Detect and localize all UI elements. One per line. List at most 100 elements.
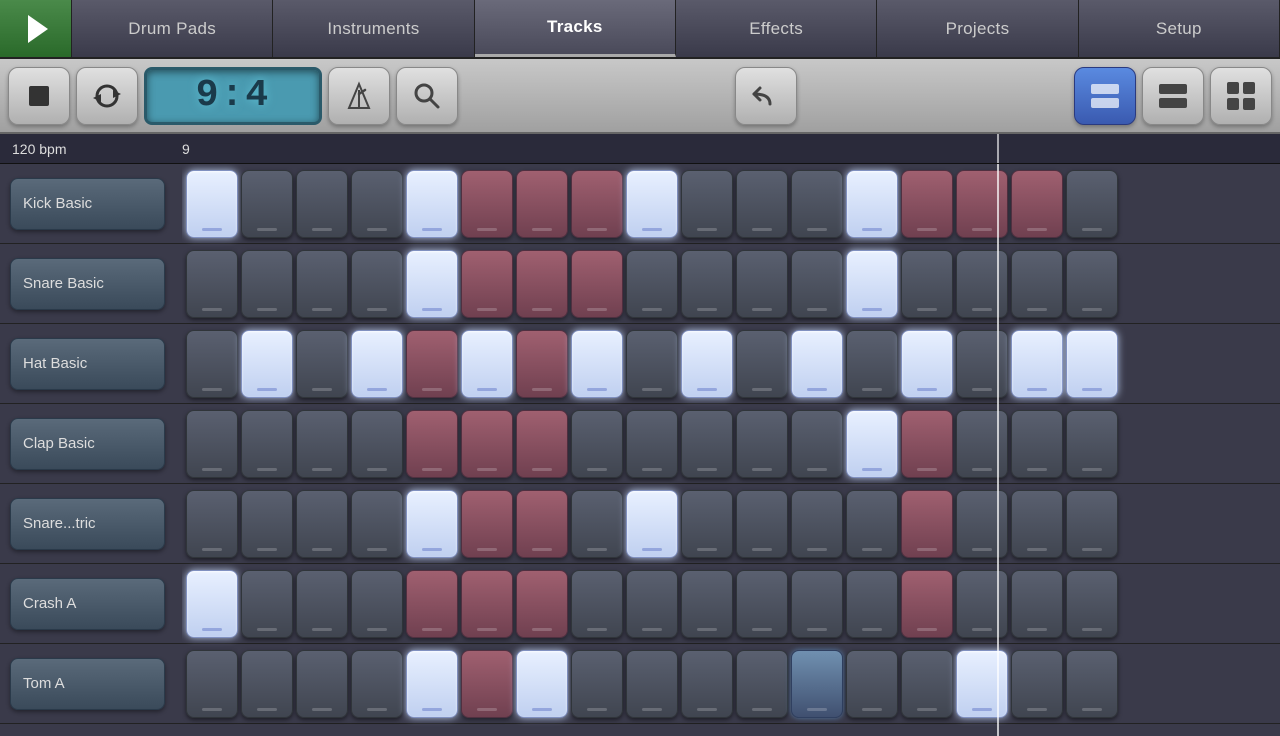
pad-1-5[interactable]: [461, 250, 513, 318]
grid-view-2-button[interactable]: [1142, 67, 1204, 125]
pad-3-1[interactable]: [241, 410, 293, 478]
pad-4-9[interactable]: [681, 490, 733, 558]
pad-5-11[interactable]: [791, 570, 843, 638]
pad-2-5[interactable]: [461, 330, 513, 398]
pad-6-16[interactable]: [1066, 650, 1118, 718]
pad-3-13[interactable]: [901, 410, 953, 478]
pad-0-14[interactable]: [956, 170, 1008, 238]
play-button[interactable]: [0, 0, 72, 57]
pad-1-15[interactable]: [1011, 250, 1063, 318]
pad-5-4[interactable]: [406, 570, 458, 638]
search-button[interactable]: [396, 67, 458, 125]
pad-0-11[interactable]: [791, 170, 843, 238]
pad-2-11[interactable]: [791, 330, 843, 398]
pad-4-13[interactable]: [901, 490, 953, 558]
undo-button[interactable]: [735, 67, 797, 125]
pad-0-2[interactable]: [296, 170, 348, 238]
pad-5-2[interactable]: [296, 570, 348, 638]
tab-setup[interactable]: Setup: [1079, 0, 1280, 57]
metronome-button[interactable]: [328, 67, 390, 125]
pad-1-3[interactable]: [351, 250, 403, 318]
pad-6-8[interactable]: [626, 650, 678, 718]
pad-2-16[interactable]: [1066, 330, 1118, 398]
grid-view-1-button[interactable]: [1074, 67, 1136, 125]
pad-0-1[interactable]: [241, 170, 293, 238]
pad-6-3[interactable]: [351, 650, 403, 718]
grid-scroll[interactable]: [182, 164, 1280, 736]
pad-1-16[interactable]: [1066, 250, 1118, 318]
pad-1-7[interactable]: [571, 250, 623, 318]
pad-5-6[interactable]: [516, 570, 568, 638]
pad-3-0[interactable]: [186, 410, 238, 478]
stop-button[interactable]: [8, 67, 70, 125]
pad-2-2[interactable]: [296, 330, 348, 398]
pad-6-14[interactable]: [956, 650, 1008, 718]
snare-basic-button[interactable]: Snare Basic: [10, 258, 165, 310]
pad-2-8[interactable]: [626, 330, 678, 398]
pad-0-0[interactable]: [186, 170, 238, 238]
tab-drum-pads[interactable]: Drum Pads: [72, 0, 273, 57]
pad-5-9[interactable]: [681, 570, 733, 638]
pad-4-16[interactable]: [1066, 490, 1118, 558]
pad-4-7[interactable]: [571, 490, 623, 558]
pad-3-14[interactable]: [956, 410, 1008, 478]
pad-1-0[interactable]: [186, 250, 238, 318]
pad-3-9[interactable]: [681, 410, 733, 478]
pad-5-14[interactable]: [956, 570, 1008, 638]
pad-3-10[interactable]: [736, 410, 788, 478]
pad-0-8[interactable]: [626, 170, 678, 238]
pad-3-16[interactable]: [1066, 410, 1118, 478]
pad-2-1[interactable]: [241, 330, 293, 398]
pad-4-15[interactable]: [1011, 490, 1063, 558]
pad-6-13[interactable]: [901, 650, 953, 718]
pad-4-14[interactable]: [956, 490, 1008, 558]
pad-1-14[interactable]: [956, 250, 1008, 318]
pad-4-8[interactable]: [626, 490, 678, 558]
pad-4-4[interactable]: [406, 490, 458, 558]
pad-6-0[interactable]: [186, 650, 238, 718]
tab-projects[interactable]: Projects: [877, 0, 1078, 57]
clap-basic-button[interactable]: Clap Basic: [10, 418, 165, 470]
pad-5-0[interactable]: [186, 570, 238, 638]
pad-0-13[interactable]: [901, 170, 953, 238]
pad-3-3[interactable]: [351, 410, 403, 478]
pad-5-13[interactable]: [901, 570, 953, 638]
hat-basic-button[interactable]: Hat Basic: [10, 338, 165, 390]
pad-3-2[interactable]: [296, 410, 348, 478]
pad-1-6[interactable]: [516, 250, 568, 318]
pad-0-7[interactable]: [571, 170, 623, 238]
pad-0-15[interactable]: [1011, 170, 1063, 238]
pad-5-7[interactable]: [571, 570, 623, 638]
tom-a-button[interactable]: Tom A: [10, 658, 165, 710]
pad-6-1[interactable]: [241, 650, 293, 718]
pad-3-12[interactable]: [846, 410, 898, 478]
pad-5-15[interactable]: [1011, 570, 1063, 638]
kick-basic-button[interactable]: Kick Basic: [10, 178, 165, 230]
pad-0-4[interactable]: [406, 170, 458, 238]
pad-3-11[interactable]: [791, 410, 843, 478]
pad-1-9[interactable]: [681, 250, 733, 318]
pad-2-3[interactable]: [351, 330, 403, 398]
pad-0-16[interactable]: [1066, 170, 1118, 238]
pad-3-8[interactable]: [626, 410, 678, 478]
pad-1-4[interactable]: [406, 250, 458, 318]
pad-1-13[interactable]: [901, 250, 953, 318]
pad-5-12[interactable]: [846, 570, 898, 638]
pad-1-8[interactable]: [626, 250, 678, 318]
pad-2-0[interactable]: [186, 330, 238, 398]
pad-6-10[interactable]: [736, 650, 788, 718]
pad-3-5[interactable]: [461, 410, 513, 478]
pad-1-12[interactable]: [846, 250, 898, 318]
pad-2-12[interactable]: [846, 330, 898, 398]
pad-3-6[interactable]: [516, 410, 568, 478]
pad-2-14[interactable]: [956, 330, 1008, 398]
pad-2-10[interactable]: [736, 330, 788, 398]
pad-2-13[interactable]: [901, 330, 953, 398]
pad-1-11[interactable]: [791, 250, 843, 318]
pad-2-7[interactable]: [571, 330, 623, 398]
pad-6-6[interactable]: [516, 650, 568, 718]
loop-button[interactable]: [76, 67, 138, 125]
pad-2-9[interactable]: [681, 330, 733, 398]
pad-4-3[interactable]: [351, 490, 403, 558]
pad-6-4[interactable]: [406, 650, 458, 718]
